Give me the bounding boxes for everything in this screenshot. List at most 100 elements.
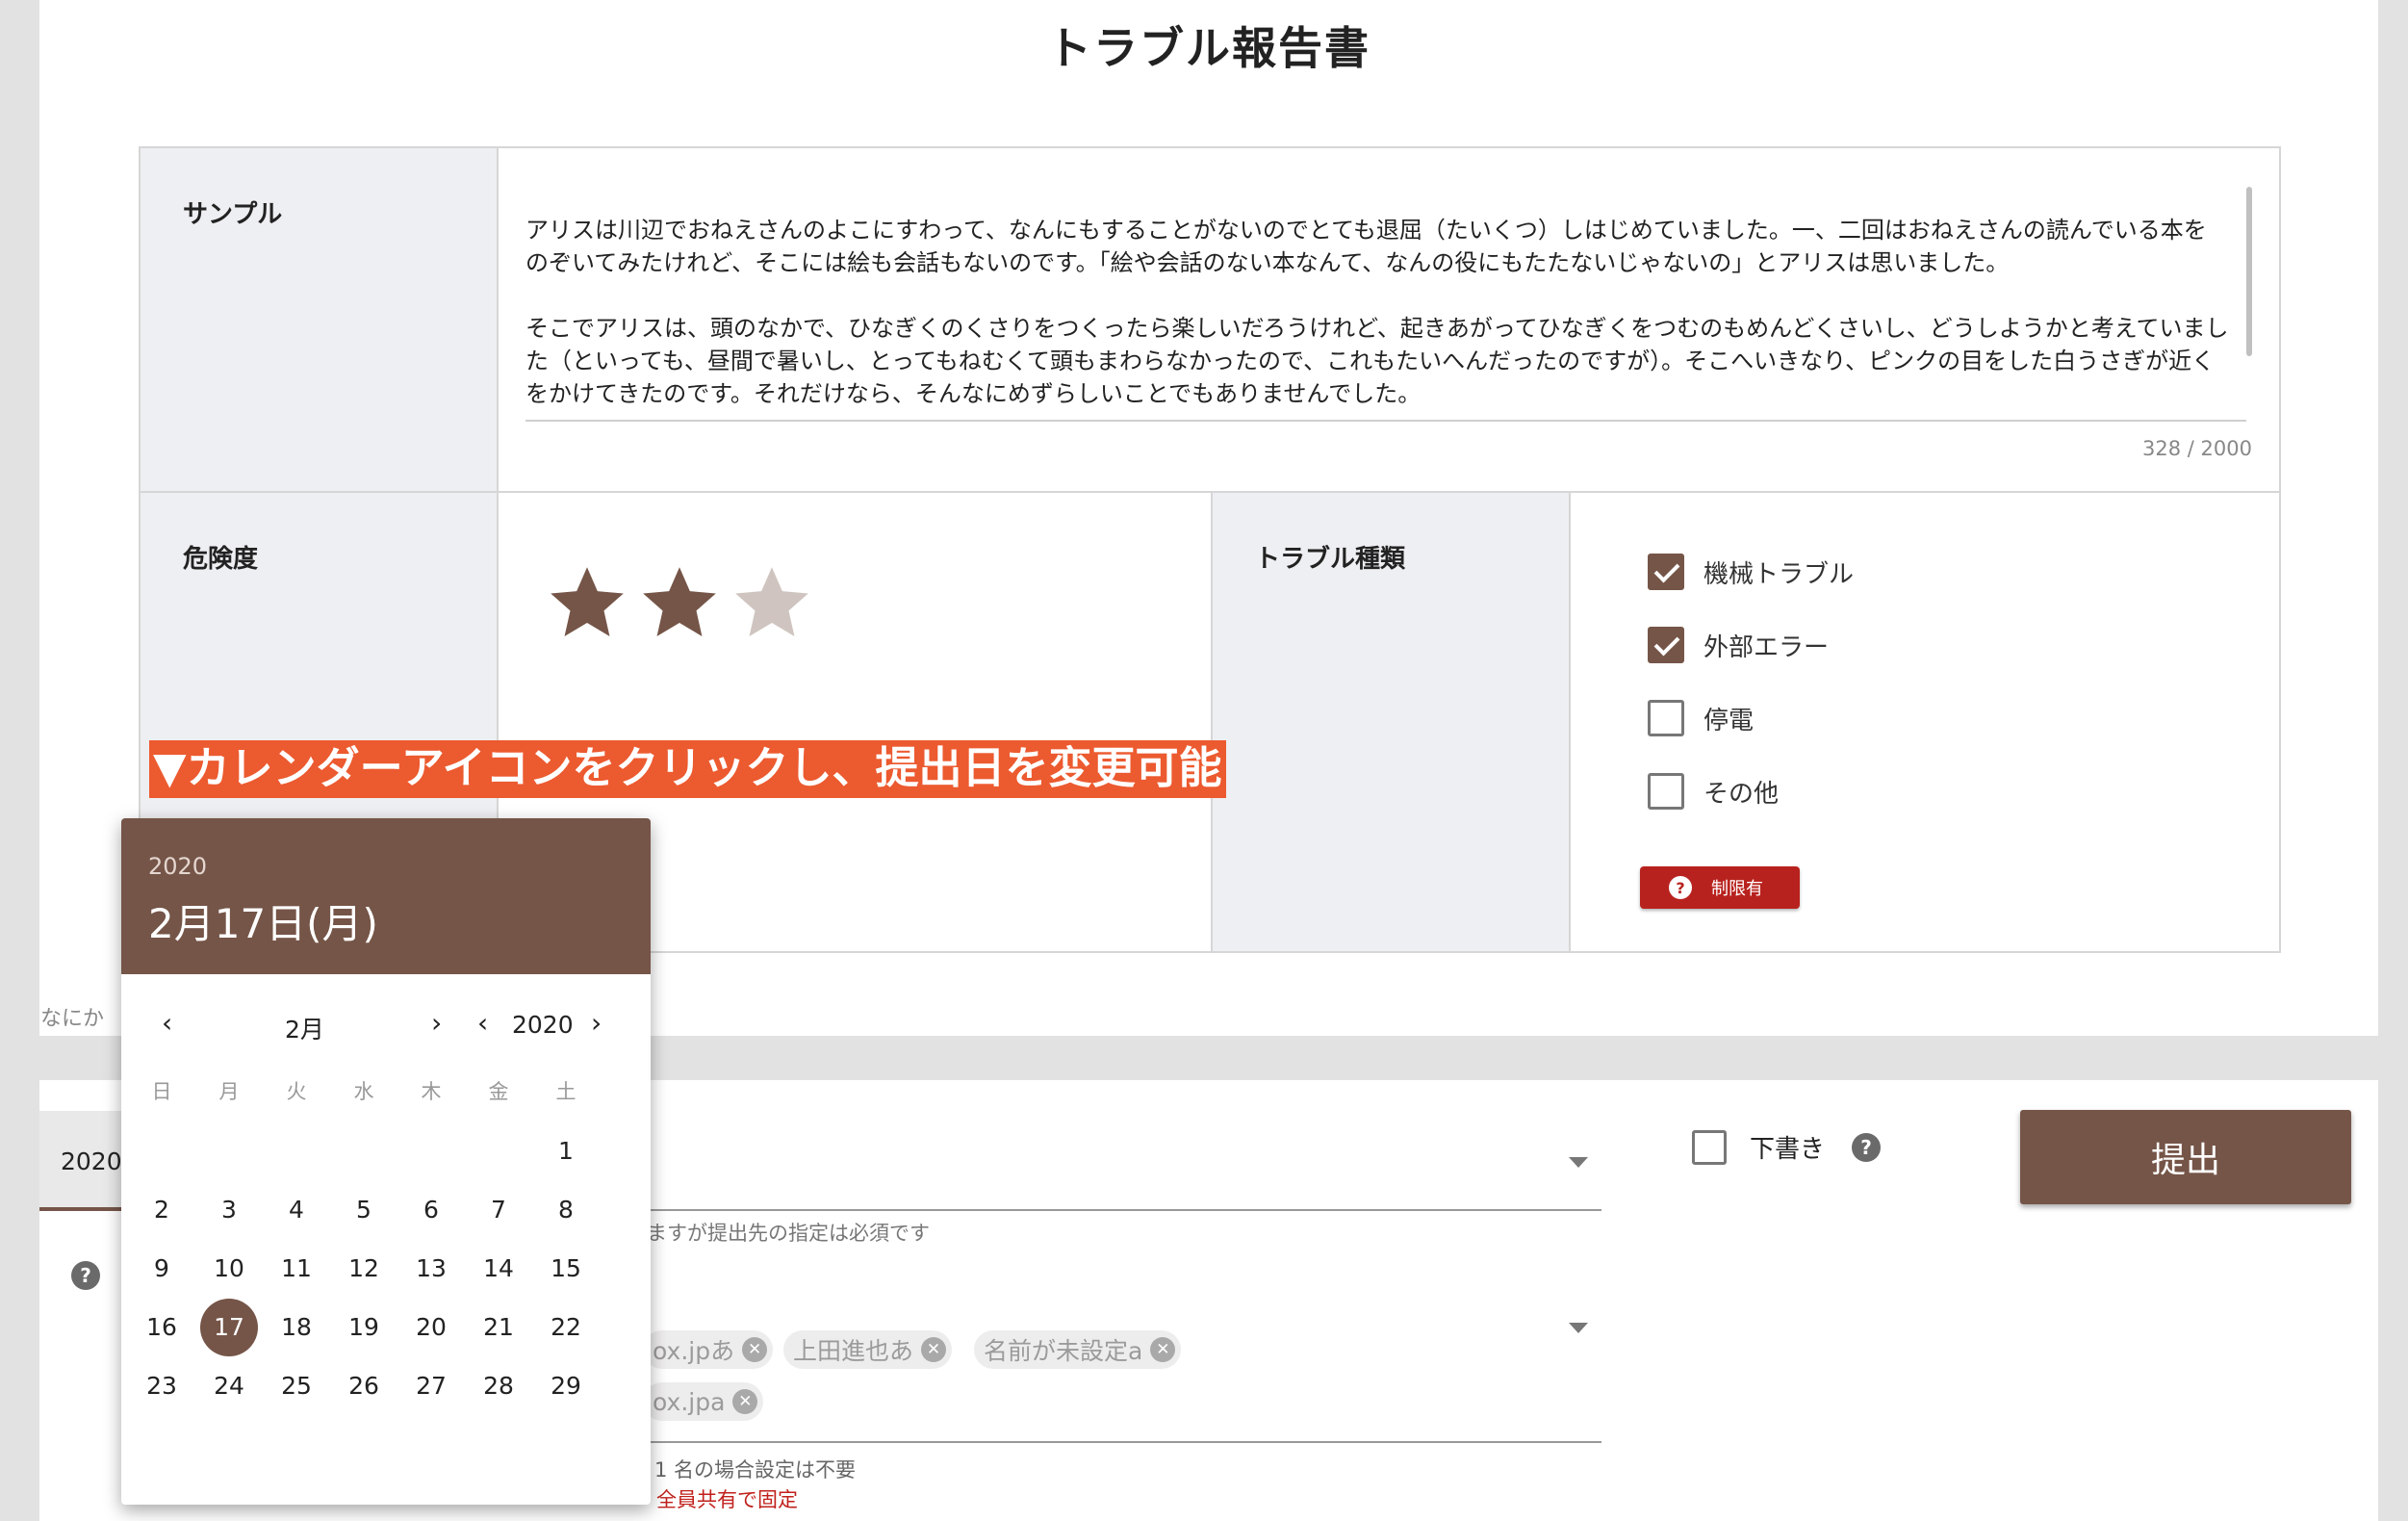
recipient-helper: 1 名の場合設定は不要 — [654, 1458, 857, 1482]
calendar-day[interactable]: 15 — [537, 1240, 595, 1298]
close-icon[interactable]: ✕ — [921, 1337, 947, 1362]
calendar-day[interactable]: 26 — [335, 1357, 393, 1415]
calendar-day[interactable]: 8 — [537, 1181, 595, 1239]
checkbox-outage[interactable] — [1648, 700, 1684, 736]
option-label-machine: 機械トラブル — [1704, 559, 1855, 589]
prev-year-button[interactable]: ‹ — [477, 1007, 488, 1039]
limit-badge[interactable]: ? 制限有 — [1640, 866, 1800, 909]
calendar-day[interactable]: 10 — [200, 1240, 258, 1298]
page-title: トラブル報告書 — [1047, 22, 1371, 74]
chip-label: ox.jpあ — [653, 1337, 735, 1365]
character-counter: 328 / 2000 — [2142, 437, 2252, 460]
sample-label: サンプル — [183, 200, 283, 229]
date-picker[interactable]: 2020 2月17日(月) ‹ 2月 › ‹ 2020 › 日月火水木金土 12… — [121, 818, 651, 1505]
close-icon[interactable]: ✕ — [732, 1389, 758, 1414]
date-picker-header: 2020 2月17日(月) — [121, 818, 651, 974]
calendar-day[interactable]: 7 — [470, 1181, 527, 1239]
close-icon[interactable]: ✕ — [1150, 1337, 1176, 1362]
submit-button[interactable]: 提出 — [2020, 1110, 2351, 1204]
calendar-day[interactable]: 5 — [335, 1181, 393, 1239]
checkbox-external[interactable] — [1648, 627, 1684, 663]
weekday-label: 日 — [151, 1080, 172, 1103]
danger-label: 危険度 — [183, 545, 259, 574]
limit-badge-label: 制限有 — [1711, 879, 1763, 899]
calendar-day[interactable]: 1 — [537, 1122, 595, 1180]
calendar-day[interactable]: 12 — [335, 1240, 393, 1298]
trouble-type-label-cell: トラブル種類 — [1213, 493, 1571, 953]
calendar-day[interactable]: 23 — [133, 1357, 191, 1415]
next-year-button[interactable]: › — [591, 1007, 602, 1039]
selected-day[interactable]: 17 — [200, 1299, 258, 1356]
calendar-day[interactable]: 24 — [200, 1357, 258, 1415]
calendar-day[interactable]: 3 — [200, 1181, 258, 1239]
year-label: 2020 — [512, 1011, 574, 1039]
question-icon: ? — [1669, 876, 1692, 899]
chip-label: 名前が未設定a — [984, 1337, 1143, 1365]
calendar-day[interactable]: 21 — [470, 1299, 527, 1356]
calendar-day[interactable]: 19 — [335, 1299, 393, 1356]
calendar-day[interactable]: 27 — [402, 1357, 460, 1415]
calendar-day[interactable]: 22 — [537, 1299, 595, 1356]
trouble-option-outage[interactable]: 停電 — [1648, 699, 1754, 737]
calendar-day[interactable]: 20 — [402, 1299, 460, 1356]
draft-checkbox[interactable] — [1692, 1129, 1727, 1165]
sample-paragraph-2: そこでアリスは、頭のなかで、ひなぎくのくさりをつくったら楽しいだろうけれど、起き… — [525, 315, 2229, 407]
checkbox-other[interactable] — [1648, 773, 1684, 810]
help-icon[interactable]: ? — [71, 1261, 100, 1290]
draft-help-icon[interactable]: ? — [1852, 1132, 1882, 1162]
share-warning: 全員共有で固定 — [656, 1488, 798, 1511]
trouble-option-machine[interactable]: 機械トラブル — [1648, 553, 1854, 591]
calendar-day[interactable]: 2 — [133, 1181, 191, 1239]
annotation-banner: ▼カレンダーアイコンをクリックし、提出日を変更可能 — [149, 740, 1226, 798]
weekday-label: 金 — [488, 1080, 509, 1103]
sample-label-cell: サンプル — [141, 148, 499, 493]
prev-month-button[interactable]: ‹ — [162, 1007, 172, 1039]
trouble-option-external[interactable]: 外部エラー — [1648, 626, 1829, 664]
destination-select[interactable] — [616, 1209, 1601, 1211]
close-icon[interactable]: ✕ — [742, 1337, 768, 1362]
calendar-day[interactable]: 6 — [402, 1181, 460, 1239]
side-hint-text: なにか — [40, 1007, 105, 1031]
chevron-down-icon[interactable] — [1569, 1157, 1588, 1168]
calendar-day[interactable]: 18 — [268, 1299, 325, 1356]
calendar-day[interactable]: 29 — [537, 1357, 595, 1415]
sample-input-cell: アリスは川辺でおねえさんのよこにすわって、なんにもすることがないのでとても退屈（… — [499, 148, 2281, 493]
calendar-day[interactable]: 13 — [402, 1240, 460, 1298]
star-icon-3[interactable] — [731, 562, 812, 643]
recipient-chip-3[interactable]: 名前が未設定a ✕ — [974, 1330, 1182, 1369]
chip-label: 上田進也あ — [793, 1337, 914, 1365]
calendar-day[interactable]: 25 — [268, 1357, 325, 1415]
textarea-scrollbar[interactable] — [2246, 187, 2252, 356]
calendar-day[interactable]: 4 — [268, 1181, 325, 1239]
weekday-label: 土 — [555, 1080, 576, 1103]
weekday-label: 水 — [353, 1080, 374, 1103]
star-icon-2[interactable] — [639, 562, 720, 643]
calendar-day[interactable]: 11 — [268, 1240, 325, 1298]
trouble-option-other[interactable]: その他 — [1648, 772, 1779, 811]
calendar-day[interactable]: 16 — [133, 1299, 191, 1356]
next-month-button[interactable]: › — [431, 1007, 442, 1039]
draft-toggle[interactable]: 下書き ? — [1692, 1129, 1882, 1165]
star-icon-1[interactable] — [547, 562, 628, 643]
checkbox-machine[interactable] — [1648, 554, 1684, 590]
calendar-day[interactable]: 28 — [470, 1357, 527, 1415]
chevron-down-icon-2[interactable] — [1569, 1323, 1588, 1333]
option-label-outage: 停電 — [1704, 706, 1755, 735]
chip-label: ox.jpa — [653, 1387, 726, 1416]
sample-paragraph-1: アリスは川辺でおねえさんのよこにすわって、なんにもすることがないのでとても退屈（… — [525, 217, 2207, 276]
trouble-type-label: トラブル種類 — [1255, 545, 1406, 574]
destination-helper: ますが提出先の指定は必須です — [647, 1222, 930, 1245]
calendar-day[interactable]: 9 — [133, 1240, 191, 1298]
sample-textarea[interactable]: アリスは川辺でおねえさんのよこにすわって、なんにもすることがないのでとても退屈（… — [525, 181, 2246, 422]
weekday-label: 火 — [286, 1080, 307, 1103]
picker-year[interactable]: 2020 — [148, 853, 651, 880]
recipient-chip-4[interactable]: ox.jpa ✕ — [643, 1382, 764, 1421]
picker-selected-date: 2月17日(月) — [148, 900, 378, 947]
option-label-external: 外部エラー — [1704, 632, 1830, 662]
recipient-chip-2[interactable]: 上田進也あ ✕ — [783, 1330, 953, 1369]
weekday-label: 月 — [218, 1080, 240, 1103]
calendar-day[interactable]: 14 — [470, 1240, 527, 1298]
recipient-chip-1[interactable]: ox.jpあ ✕ — [643, 1330, 774, 1369]
weekday-label: 木 — [421, 1080, 442, 1103]
recipient-select[interactable] — [616, 1441, 1601, 1443]
